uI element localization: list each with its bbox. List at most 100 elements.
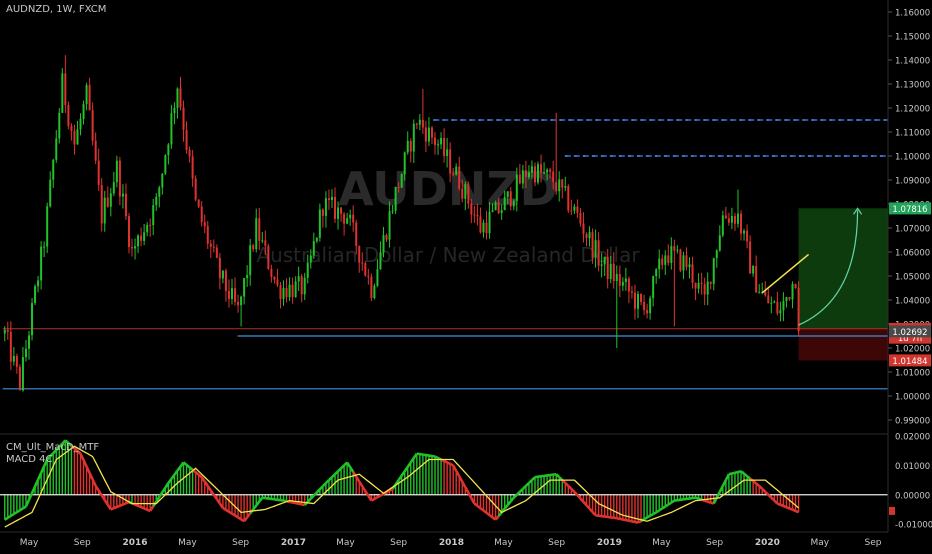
price-label-text-4: 1.01484: [892, 357, 927, 367]
candle-body: [192, 156, 194, 178]
candle-body: [655, 269, 657, 276]
candle-body: [337, 207, 339, 218]
candle-186[interactable]: [567, 184, 569, 213]
candle-131[interactable]: [401, 173, 403, 188]
macd-last-value-marker: [889, 507, 895, 515]
candle-body: [183, 107, 185, 130]
candle-body: [461, 189, 463, 199]
candle-body: [670, 246, 672, 263]
price-tick-label: 1.06000: [895, 249, 930, 259]
price-tick-label: 1.05000: [895, 273, 930, 283]
candle-body: [104, 198, 106, 224]
price-tick-label: 1.15000: [895, 33, 930, 43]
candle-body: [676, 250, 678, 251]
candle-body: [298, 276, 300, 281]
watermark-ticker: AUDNZD: [338, 162, 558, 216]
candle-9[interactable]: [31, 298, 33, 340]
candle-body: [767, 295, 769, 303]
candle-body: [625, 279, 627, 282]
candle-body: [455, 167, 457, 175]
candle-body: [661, 259, 663, 265]
candle-body: [773, 302, 775, 303]
candle-53[interactable]: [164, 154, 166, 175]
macd-tick-label: 0.00000: [895, 491, 930, 501]
candle-body: [725, 215, 727, 218]
candle-body: [595, 240, 597, 258]
candle-5[interactable]: [19, 364, 21, 390]
macd-line-segment: [735, 472, 738, 473]
candle-body: [640, 294, 642, 302]
candle-10[interactable]: [34, 284, 36, 305]
candle-body: [379, 252, 381, 269]
candle-176[interactable]: [537, 161, 539, 184]
candle-body: [740, 214, 742, 234]
candle-body: [7, 330, 9, 332]
candle-87[interactable]: [267, 244, 269, 270]
macd-line-segment: [671, 501, 674, 503]
candle-119[interactable]: [364, 261, 366, 276]
macd-line-segment: [114, 507, 117, 508]
candle-body: [204, 222, 206, 226]
macd-line-segment: [17, 510, 20, 512]
macd-line-segment: [650, 514, 653, 516]
candle-body: [558, 179, 560, 191]
candle-19[interactable]: [61, 68, 63, 113]
candle-body: [176, 88, 178, 107]
candle-body: [492, 210, 494, 212]
candle-body: [458, 167, 460, 189]
candle-body: [158, 187, 160, 196]
candle-body: [537, 164, 539, 182]
candle-body: [549, 170, 551, 172]
price-tick-label: 0.99000: [895, 417, 930, 427]
candle-14[interactable]: [46, 203, 48, 253]
candle-129[interactable]: [395, 187, 397, 214]
candle-121[interactable]: [370, 273, 372, 301]
chart-canvas[interactable]: AUDNZDAustralian Dollar / New Zealand Do…: [0, 0, 932, 550]
candle-body: [770, 303, 772, 304]
candle-223[interactable]: [679, 249, 681, 272]
candle-body: [534, 166, 536, 182]
macd-line-segment: [480, 508, 483, 510]
candle-body: [334, 197, 336, 219]
candle-body: [201, 207, 203, 223]
macd-line-segment: [14, 512, 17, 514]
candle-21[interactable]: [67, 102, 69, 130]
candle-body: [722, 215, 724, 235]
candle-18[interactable]: [58, 108, 60, 143]
candle-body: [92, 110, 94, 140]
candle-body: [464, 184, 466, 199]
candle-body: [140, 236, 142, 241]
macd-line-segment: [623, 520, 626, 521]
time-tick-label: 2020: [755, 538, 780, 548]
candle-body: [216, 248, 218, 258]
macd-line-segment: [223, 508, 226, 510]
candle-body: [610, 264, 612, 279]
candle-body: [398, 187, 400, 188]
candle-122[interactable]: [373, 284, 375, 300]
candle-body: [370, 277, 372, 298]
candle-body: [613, 264, 615, 281]
candle-body: [498, 202, 500, 213]
candle-body: [113, 182, 115, 193]
candle-262[interactable]: [798, 281, 800, 336]
candle-63[interactable]: [195, 175, 197, 201]
macd-line-segment: [290, 502, 293, 503]
macd-line-segment: [632, 521, 635, 522]
candle-body: [219, 258, 221, 279]
candle-body: [667, 255, 669, 263]
candle-body: [473, 214, 475, 215]
candle-body: [316, 238, 318, 241]
candle-body: [695, 283, 697, 289]
candle-body: [785, 297, 787, 301]
candle-body: [401, 174, 403, 187]
macd-line-segment: [644, 518, 647, 520]
price-label-text-3: 1.02692: [892, 328, 927, 338]
candle-body: [410, 141, 412, 151]
candle-body: [792, 284, 794, 300]
price-tick-label: 1.12000: [895, 105, 930, 115]
position-profit-zone[interactable]: [799, 208, 888, 329]
position-loss-zone[interactable]: [799, 329, 888, 360]
candle-body: [86, 85, 88, 104]
candle-body: [422, 120, 424, 128]
macd-line-segment: [374, 497, 377, 499]
